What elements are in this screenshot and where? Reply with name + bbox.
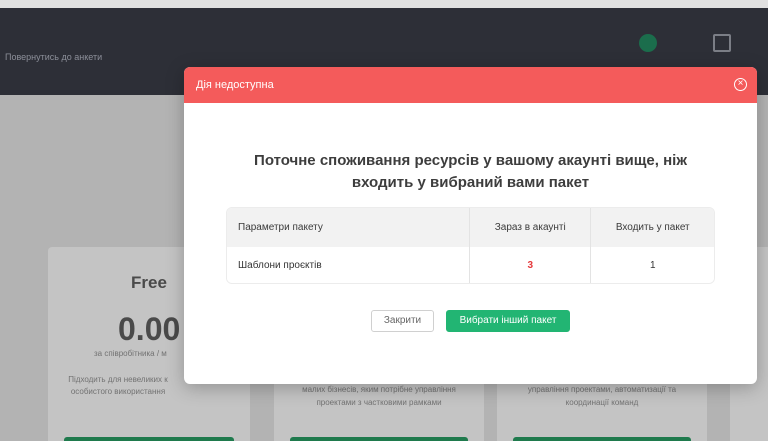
action-unavailable-modal: Дія недоступна × Поточне споживання ресу…	[184, 67, 757, 384]
plan-description: малих бізнесів, яким потрібне управління…	[302, 385, 456, 407]
review-icon	[713, 34, 731, 52]
table-header-row: Параметри пакету Зараз в акаунті Входить…	[227, 208, 714, 247]
close-button[interactable]: Закрити	[371, 310, 434, 332]
status-nav-item[interactable]	[628, 34, 668, 52]
plan-select-button[interactable]	[64, 437, 234, 441]
close-icon[interactable]: ×	[734, 78, 747, 91]
modal-heading: Поточне споживання ресурсів у вашому ака…	[254, 152, 687, 191]
modal-title: Дія недоступна	[196, 79, 274, 91]
back-to-form-link[interactable]: Повернутись до анкети	[5, 52, 102, 62]
column-header-current: Зараз в акаунті	[469, 208, 592, 247]
choose-other-plan-button[interactable]: Вибрати інший пакет	[446, 310, 570, 332]
table-row: Шаблони проєктів 3 1	[227, 247, 714, 283]
current-value: 3	[469, 247, 592, 283]
column-header-included: Входить у пакет	[591, 208, 714, 247]
usage-table: Параметри пакету Зараз в акаунті Входить…	[226, 207, 715, 284]
plan-price: 0.00	[118, 311, 181, 347]
plan-price-unit: за співробітника / м	[94, 349, 167, 358]
plan-description: Підходить для невеликих к особистого вик…	[68, 375, 168, 396]
modal-header: Дія недоступна ×	[184, 67, 757, 103]
parameter-name: Шаблони проєктів	[227, 247, 470, 283]
column-header-parameters: Параметри пакету	[227, 208, 470, 247]
plan-select-button[interactable]	[290, 437, 468, 441]
plan-select-button[interactable]	[513, 437, 691, 441]
included-value: 1	[591, 247, 714, 283]
status-icon	[639, 34, 657, 52]
plan-description: управління проектами, автоматизації та к…	[527, 385, 677, 407]
review-nav-item[interactable]	[702, 34, 742, 52]
